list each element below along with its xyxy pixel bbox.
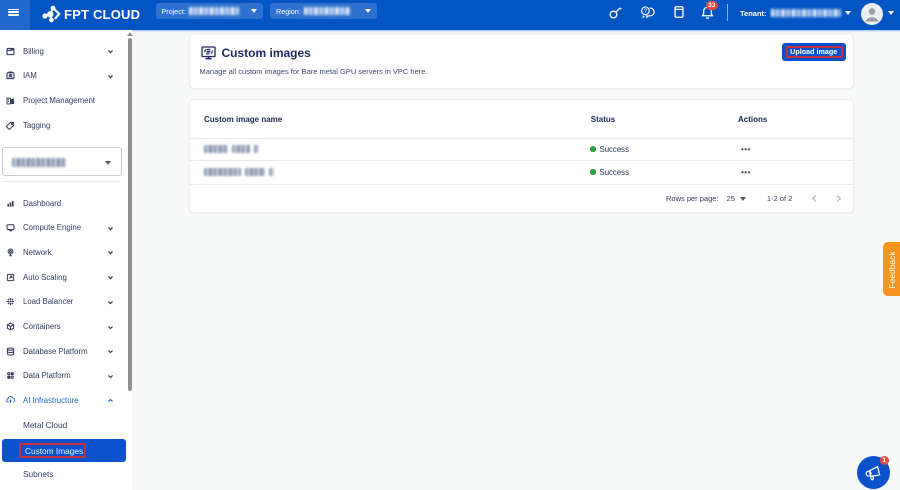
svg-text:?: ? — [643, 8, 647, 15]
